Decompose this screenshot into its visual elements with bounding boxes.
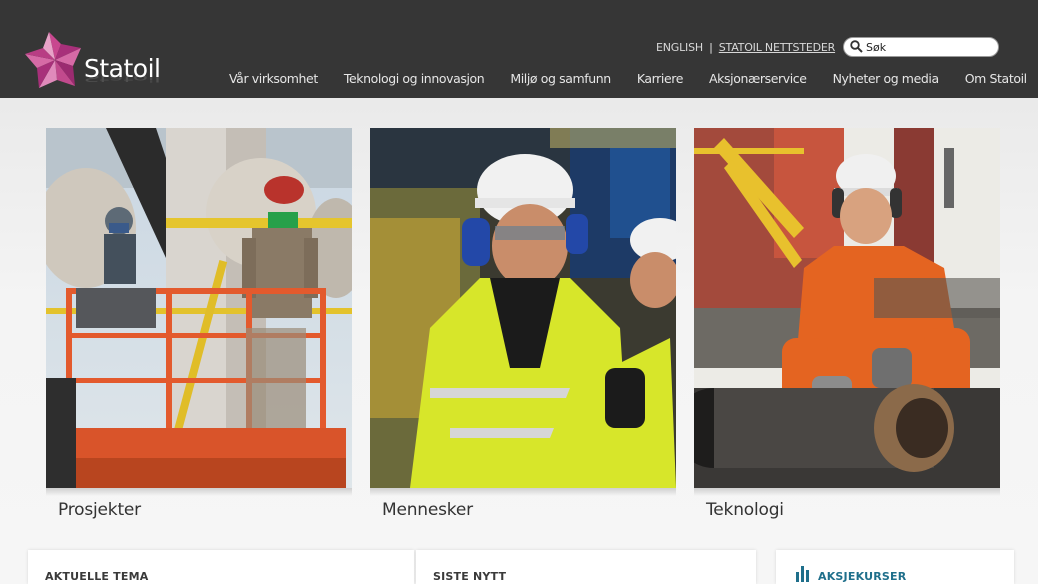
nav-om-statoil[interactable]: Om Statoil bbox=[952, 71, 1038, 86]
main-nav: Vår virksomhet Teknologi og innovasjon M… bbox=[216, 69, 1027, 87]
bar-chart-icon bbox=[796, 566, 809, 582]
statoil-logo[interactable]: Statoil Statoil bbox=[24, 26, 174, 96]
latest-news-panel: SISTE NYTT bbox=[416, 550, 756, 584]
feature-image-prosjekter[interactable] bbox=[46, 128, 352, 488]
feature-image-teknologi[interactable] bbox=[694, 128, 1000, 488]
current-topics-panel: AKTUELLE TEMA bbox=[28, 550, 414, 584]
site-header: Statoil Statoil ENGLISH | STATOIL NETTSTED… bbox=[0, 0, 1038, 98]
feature-image-mennesker[interactable] bbox=[370, 128, 676, 488]
nav-miljo-og-samfunn[interactable]: Miljø og samfunn bbox=[497, 71, 624, 86]
card-shadow bbox=[46, 488, 352, 496]
nav-var-virksomhet[interactable]: Vår virksomhet bbox=[216, 71, 331, 86]
brand-name-reflection: Statoil bbox=[84, 72, 161, 84]
statoil-star-logo bbox=[25, 32, 81, 88]
card-shadow bbox=[370, 488, 676, 496]
search-input[interactable] bbox=[866, 39, 992, 55]
search-icon[interactable] bbox=[850, 40, 863, 53]
nav-aksjonaerservice[interactable]: Aksjonærservice bbox=[696, 71, 820, 86]
search-box[interactable] bbox=[843, 37, 999, 57]
nav-nyheter-og-media[interactable]: Nyheter og media bbox=[820, 71, 952, 86]
stock-prices-title[interactable]: AKSJEKURSER bbox=[818, 570, 906, 583]
card-shadow bbox=[694, 488, 1000, 496]
feature-label-prosjekter[interactable]: Prosjekter bbox=[58, 500, 141, 520]
feature-label-teknologi[interactable]: Teknologi bbox=[706, 500, 784, 520]
stock-prices-panel: AKSJEKURSER bbox=[776, 550, 1014, 584]
nav-karriere[interactable]: Karriere bbox=[624, 71, 696, 86]
english-link[interactable]: ENGLISH bbox=[656, 41, 703, 54]
top-links-separator: | bbox=[708, 41, 713, 54]
top-links: ENGLISH | STATOIL NETTSTEDER bbox=[656, 41, 835, 54]
nav-teknologi-og-innovasjon[interactable]: Teknologi og innovasjon bbox=[331, 71, 497, 86]
statoil-sites-link[interactable]: STATOIL NETTSTEDER bbox=[719, 41, 836, 54]
current-topics-title: AKTUELLE TEMA bbox=[45, 570, 149, 583]
latest-news-title: SISTE NYTT bbox=[433, 570, 507, 583]
feature-label-mennesker[interactable]: Mennesker bbox=[382, 500, 473, 520]
